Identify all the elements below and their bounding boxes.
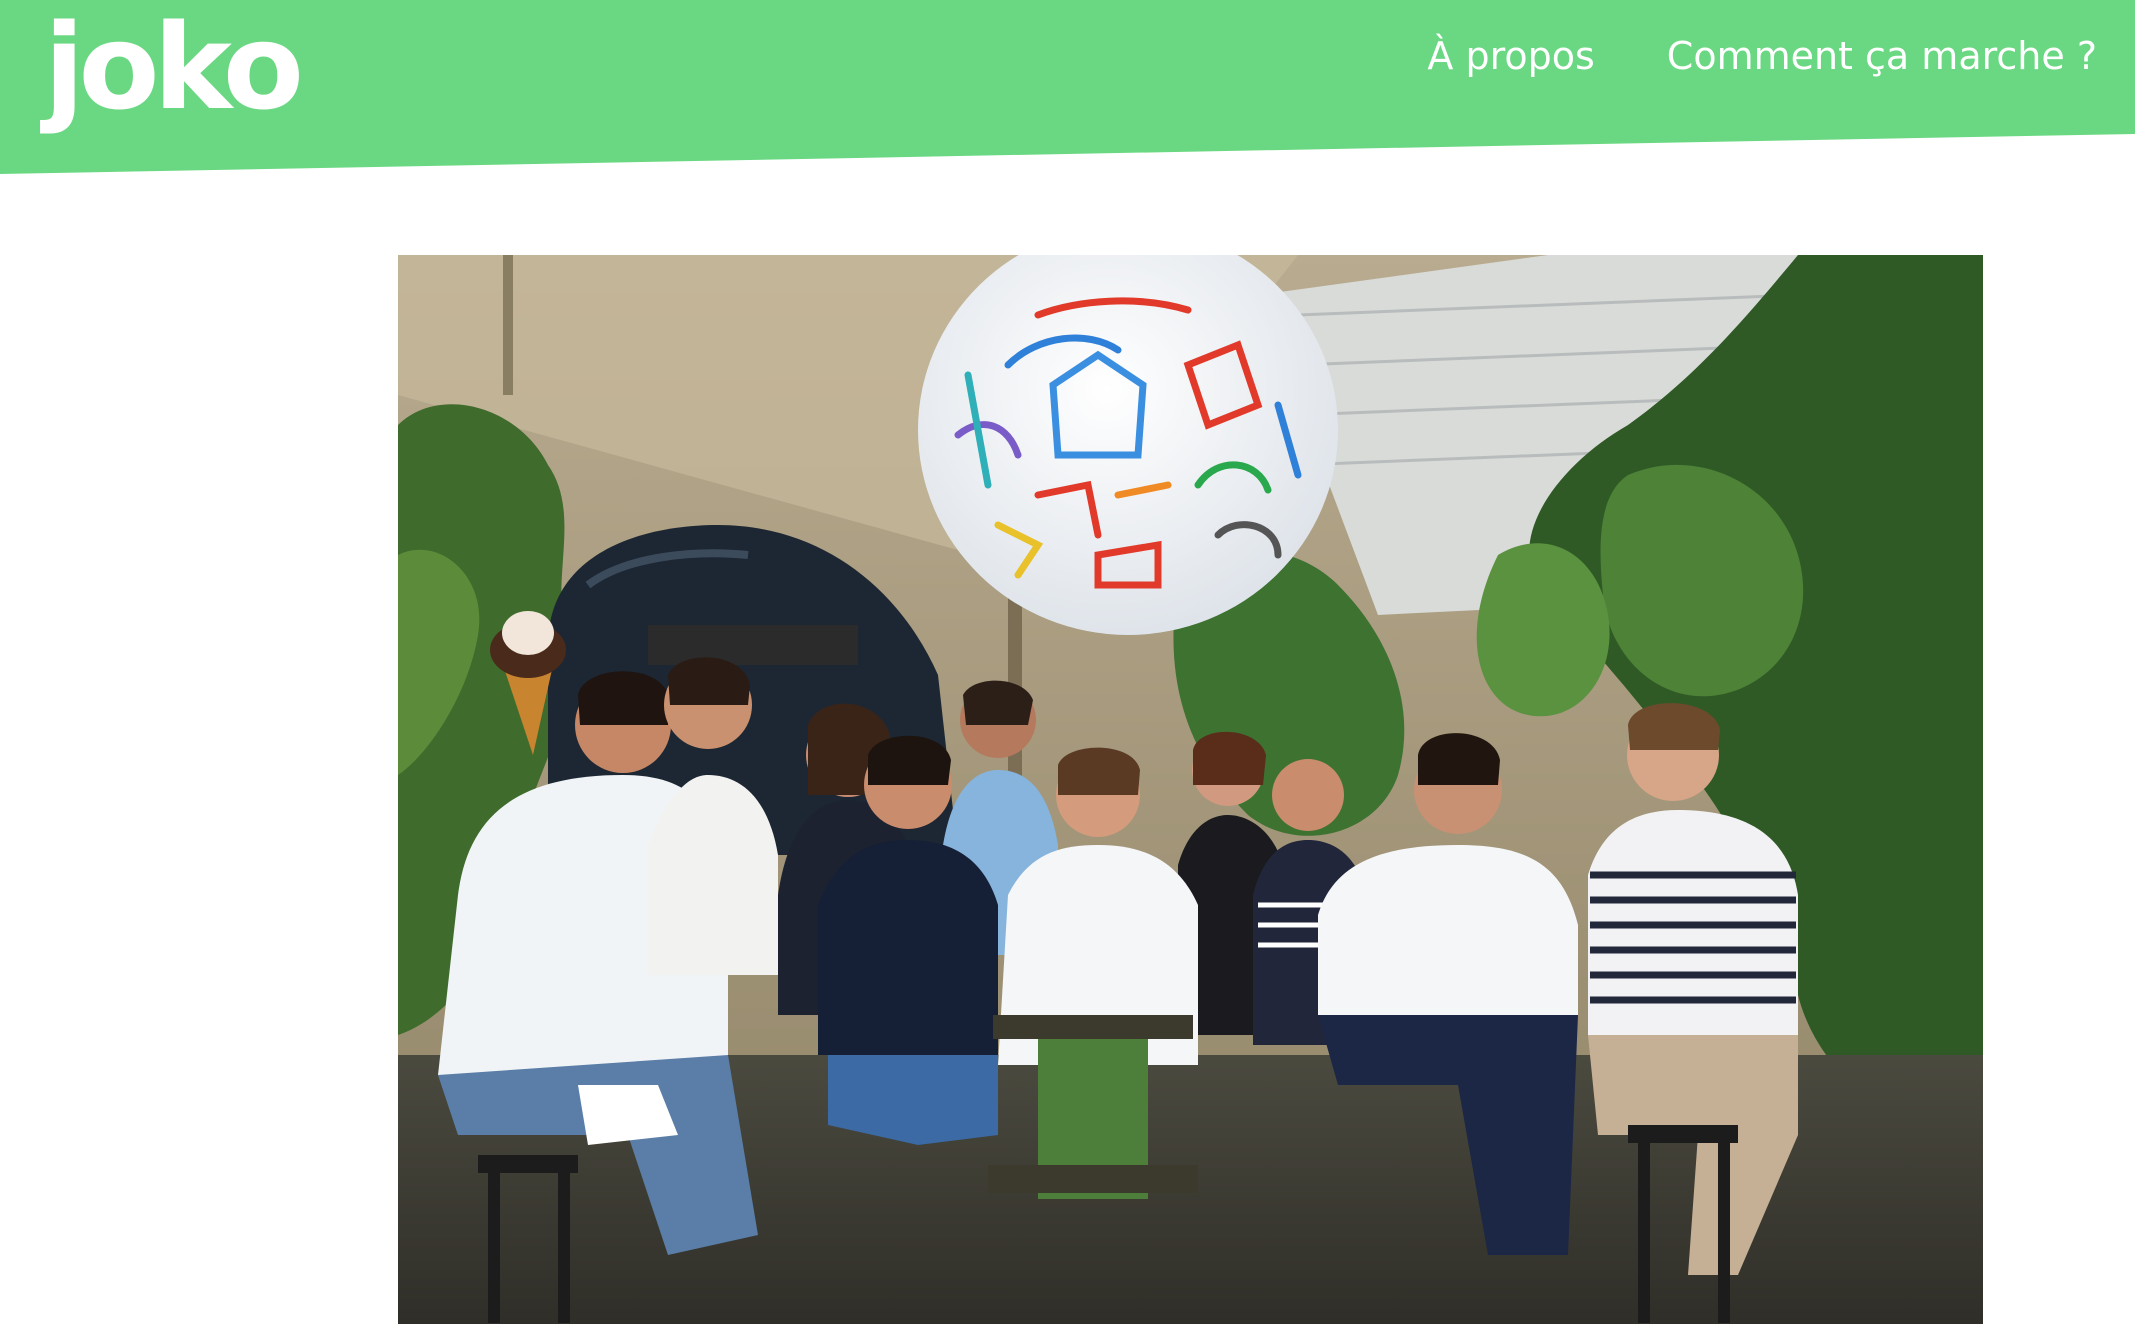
nav-link-a-propos[interactable]: À propos (1427, 34, 1594, 78)
page: joko À propos Comment ça marche ? (0, 0, 2135, 1324)
nav-link-comment-ca-marche[interactable]: Comment ça marche ? (1667, 34, 2097, 78)
top-navigation: À propos Comment ça marche ? (1427, 34, 2097, 78)
team-photo (398, 255, 1983, 1324)
joko-logo[interactable]: joko (44, 8, 304, 126)
header-bar (0, 0, 2135, 174)
